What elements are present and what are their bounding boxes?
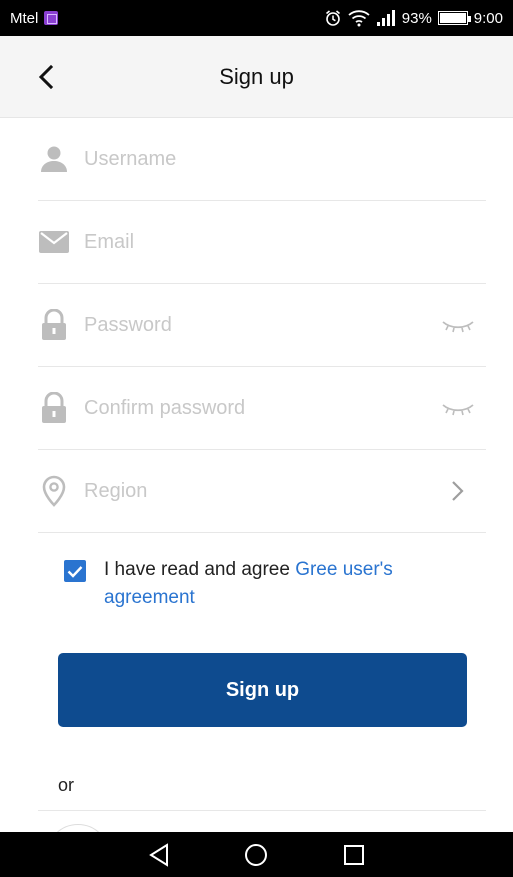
status-bar: Mtel 93% 9:00 [0,0,513,36]
agreement-text: I have read and agree Gree user's agreem… [104,556,464,612]
person-icon [38,143,70,175]
status-right: 93% 9:00 [324,9,503,27]
email-row [38,201,486,284]
chevron-right-icon [438,476,478,506]
username-row [38,118,486,201]
wifi-icon [348,9,370,27]
navigation-bar [0,832,513,877]
location-pin-icon [38,475,70,507]
chevron-left-icon[interactable] [34,64,60,90]
battery-fill [439,13,466,23]
battery-percent: 93% [401,9,432,27]
page-title: Sign up [219,63,294,89]
confirm-password-row [38,367,486,450]
email-input[interactable] [84,222,486,262]
agreement-row: I have read and agree Gree user's agreem… [64,556,464,612]
nav-back-icon[interactable] [139,835,179,875]
eye-closed-icon[interactable] [438,393,478,423]
region-placeholder: Region [84,479,148,502]
eye-closed-icon[interactable] [438,310,478,340]
agreement-label: I have read and agree [104,559,296,580]
lock-icon [38,309,70,341]
region-selector[interactable]: Region [38,450,486,533]
status-left: Mtel [10,9,59,27]
nav-home-icon[interactable] [236,835,276,875]
signal-icon [376,10,396,26]
envelope-icon [38,226,70,258]
clock: 9:00 [473,9,503,27]
nav-recents-icon[interactable] [334,835,374,875]
divider [38,810,486,811]
confirm-password-input[interactable] [84,388,438,428]
checkmark-icon [67,565,83,578]
password-row [38,284,486,367]
or-label: or [58,775,75,795]
username-input[interactable] [84,139,486,179]
header: Sign up [0,36,513,118]
agreement-checkbox[interactable] [64,560,86,582]
sim-icon [44,11,59,25]
lock-icon [38,392,70,424]
carrier-name: Mtel [10,9,39,27]
battery-icon [437,11,471,25]
alarm-icon [324,9,342,27]
signup-button[interactable]: Sign up [58,653,467,727]
password-input[interactable] [84,305,438,345]
